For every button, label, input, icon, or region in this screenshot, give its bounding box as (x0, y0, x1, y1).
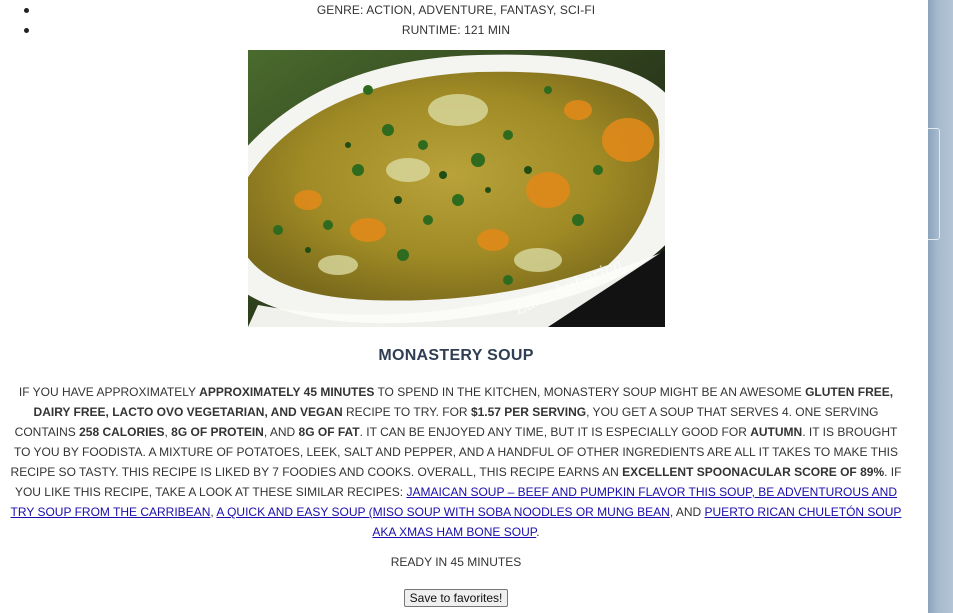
movie-details-list: GENRE: ACTION, ADVENTURE, FANTASY, SCI-F… (0, 0, 912, 40)
runtime-text: RUNTIME: 121 MIN (401, 23, 511, 37)
recipe-title: MONASTERY SOUP (378, 347, 534, 364)
recipe-photo: Laka kuharica (248, 50, 665, 327)
right-background-panel-edge (928, 128, 940, 240)
save-to-favorites-button[interactable]: Save to favorites! (404, 589, 508, 607)
similar-recipe-link-miso-soup[interactable]: A QUICK AND EASY SOUP (MISO SOUP WITH SO… (216, 505, 669, 519)
bullet-icon (24, 8, 29, 13)
list-item: RUNTIME: 121 MIN (0, 20, 912, 40)
bullet-icon (24, 28, 29, 33)
soup-bowl-image: Laka kuharica (248, 50, 665, 327)
genre-text: GENRE: ACTION, ADVENTURE, FANTASY, SCI-F… (316, 3, 596, 17)
right-background-strip (928, 0, 953, 613)
ready-time: READY IN 45 MINUTES (390, 555, 522, 569)
recipe-description: IF YOU HAVE APPROXIMATELY APPROXIMATELY … (10, 385, 902, 539)
list-item: GENRE: ACTION, ADVENTURE, FANTASY, SCI-F… (0, 0, 912, 20)
